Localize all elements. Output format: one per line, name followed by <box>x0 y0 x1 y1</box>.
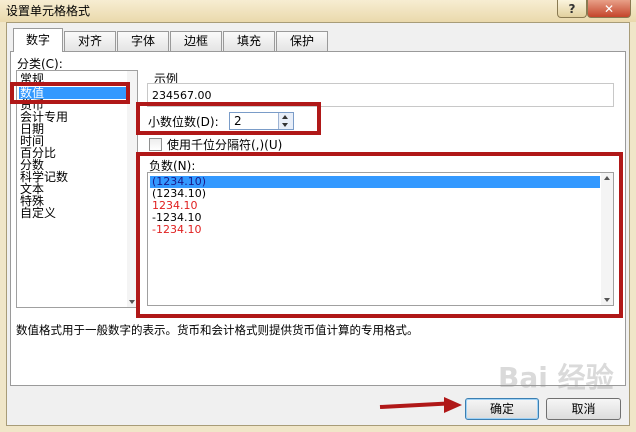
tab-number[interactable]: 数字 <box>13 28 63 52</box>
tab-fill[interactable]: 填充 <box>223 31 275 51</box>
category-item-custom[interactable]: 自定义 <box>20 207 56 219</box>
negative-numbers-label: 负数(N): <box>149 159 196 173</box>
category-list[interactable]: 常规 数值 货币 会计专用 日期 时间 百分比 分数 科学记数 文本 特殊 自定… <box>16 70 138 308</box>
close-button[interactable]: ✕ <box>587 0 631 18</box>
negative-item-5[interactable]: -1234.10 <box>152 224 201 236</box>
thousands-separator-checkbox[interactable] <box>149 138 162 151</box>
ok-button[interactable]: 确定 <box>465 398 539 420</box>
stepper-up-icon[interactable] <box>282 115 288 119</box>
tab-alignment[interactable]: 对齐 <box>64 31 116 51</box>
category-scrollbar[interactable] <box>127 71 137 307</box>
window-title: 设置单元格格式 <box>6 4 91 18</box>
scroll-down-icon[interactable] <box>604 298 610 302</box>
cancel-button[interactable]: 取消 <box>546 398 621 420</box>
scroll-down-icon[interactable] <box>129 300 135 304</box>
decimal-places-label: 小数位数(D): <box>148 115 219 129</box>
sample-box: 234567.00 <box>147 83 614 107</box>
title-bar <box>0 0 636 22</box>
tab-border[interactable]: 边框 <box>170 31 222 51</box>
negative-numbers-list[interactable]: (1234.10) (1234.10) 1234.10 -1234.10 -12… <box>147 172 614 306</box>
negative-list-scrollbar[interactable] <box>601 173 613 305</box>
format-description: 数值格式用于一般数字的表示。货币和会计格式则提供货币值计算的专用格式。 <box>16 323 419 337</box>
help-button[interactable]: ? <box>557 0 587 18</box>
stepper-buttons[interactable] <box>278 113 293 129</box>
tab-font[interactable]: 字体 <box>117 31 169 51</box>
category-item-general[interactable]: 常规 <box>20 73 44 85</box>
sample-value: 234567.00 <box>152 89 212 102</box>
decimal-places-value[interactable]: 2 <box>234 115 242 128</box>
watermark: Bai 经验 <box>498 361 614 394</box>
stepper-down-icon[interactable] <box>282 123 288 127</box>
thousands-separator-label[interactable]: 使用千位分隔符(,)(U) <box>167 138 282 152</box>
tab-protection[interactable]: 保护 <box>276 31 328 51</box>
decimal-places-stepper[interactable]: 2 <box>229 112 294 130</box>
scroll-up-icon[interactable] <box>604 176 610 180</box>
category-label: 分类(C): <box>17 57 63 71</box>
annotation-arrow-head-icon <box>444 397 462 413</box>
negative-item-1[interactable]: (1234.10) <box>150 176 600 188</box>
